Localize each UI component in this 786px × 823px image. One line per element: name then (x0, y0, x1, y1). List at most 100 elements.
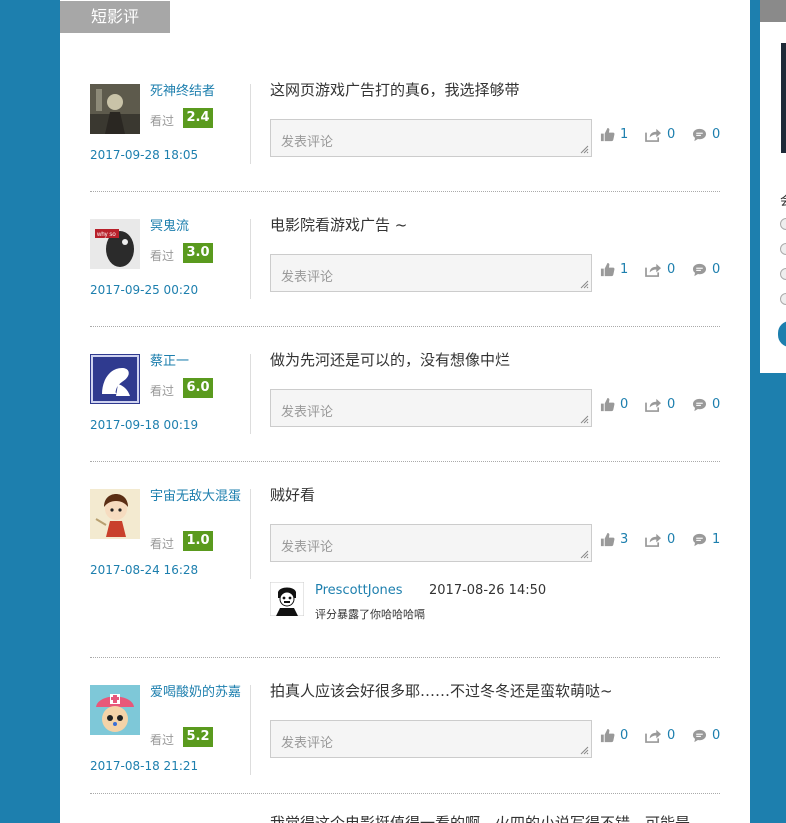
avatar[interactable] (90, 84, 140, 134)
avatar[interactable] (90, 354, 140, 404)
review-username[interactable]: 宇宙无敌大混蛋 (150, 488, 245, 506)
review-username[interactable]: 爱喝酸奶的苏嘉 (150, 684, 245, 702)
like-count: 1 (620, 262, 629, 277)
share-button[interactable]: 0 (645, 127, 675, 142)
share-icon (645, 263, 661, 277)
divider (90, 657, 720, 658)
avatar[interactable] (90, 489, 140, 539)
share-button[interactable]: 0 (645, 262, 675, 277)
review-username[interactable]: 冥鬼流 (150, 218, 245, 236)
side-poster-image[interactable] (781, 43, 786, 153)
seen-label: 看过 (150, 114, 175, 128)
review-username[interactable]: 蔡正一 (150, 353, 245, 371)
like-count: 1 (620, 127, 629, 142)
thumbs-up-icon (600, 397, 615, 412)
resize-grip-icon[interactable] (580, 746, 589, 755)
divider (250, 354, 251, 434)
share-button[interactable]: 0 (645, 728, 675, 743)
side-label: 会 (780, 190, 786, 209)
comment-count: 0 (712, 127, 721, 142)
review-text: 我觉得这个电影挺值得一看的啊，火四的小说写得不错，可能是 (270, 814, 691, 823)
review-text: 拍真人应该会好很多耶……不过冬冬还是蛮软萌哒~ (270, 682, 613, 700)
comment-input[interactable]: 发表评论 (270, 119, 592, 157)
avatar[interactable] (90, 685, 140, 735)
like-button[interactable]: 1 (600, 127, 628, 142)
like-button[interactable]: 0 (600, 397, 628, 412)
review-text: 贼好看 (270, 486, 316, 504)
seen-label: 看过 (150, 249, 175, 263)
share-button[interactable]: 0 (645, 397, 675, 412)
short-reviews-panel: 短影评 死神终结者 看过 2.4 2017-09-28 18:05 这网页游戏广… (60, 0, 750, 823)
section-title: 短影评 (60, 1, 170, 33)
reply-username[interactable]: PrescottJones (315, 583, 403, 598)
seen-label: 看过 (150, 537, 175, 551)
like-button[interactable]: 1 (600, 262, 628, 277)
comment-count-button[interactable]: 1 (692, 532, 720, 547)
review-username[interactable]: 死神终结者 (150, 83, 245, 101)
side-radio-4[interactable] (780, 293, 786, 305)
avatar[interactable]: why so (90, 219, 140, 269)
share-count: 0 (667, 127, 676, 142)
svg-text:why so: why so (96, 232, 116, 238)
comment-placeholder: 发表评论 (281, 405, 334, 420)
share-button[interactable]: 0 (645, 532, 675, 547)
divider (90, 461, 720, 462)
review-date: 2017-09-28 18:05 (90, 148, 199, 162)
comment-placeholder: 发表评论 (281, 540, 334, 555)
comment-input[interactable]: 发表评论 (270, 389, 592, 427)
side-radio-2[interactable] (780, 243, 786, 255)
side-panel-header (760, 0, 786, 22)
speech-bubble-icon (692, 533, 707, 546)
score-badge: 2.4 (183, 108, 213, 128)
resize-grip-icon[interactable] (580, 550, 589, 559)
resize-grip-icon[interactable] (580, 415, 589, 424)
like-count: 3 (620, 532, 629, 547)
speech-bubble-icon (692, 263, 707, 276)
share-icon (645, 128, 661, 142)
reply-avatar[interactable] (269, 581, 305, 617)
comment-input[interactable]: 发表评论 (270, 524, 592, 562)
side-radio-3[interactable] (780, 268, 786, 280)
share-count: 0 (667, 262, 676, 277)
share-icon (645, 398, 661, 412)
share-count: 0 (667, 728, 676, 743)
review-text: 做为先河还是可以的，没有想像中烂 (270, 351, 511, 369)
score-badge: 1.0 (183, 531, 213, 551)
thumbs-up-icon (600, 532, 615, 547)
score-badge: 6.0 (183, 378, 213, 398)
comment-count-button[interactable]: 0 (692, 262, 720, 277)
reply-date: 2017-08-26 14:50 (429, 583, 547, 598)
like-button[interactable]: 3 (600, 532, 628, 547)
comment-count: 0 (712, 728, 721, 743)
comment-count-button[interactable]: 0 (692, 127, 720, 142)
comment-placeholder: 发表评论 (281, 736, 334, 751)
seen-label: 看过 (150, 733, 175, 747)
divider (250, 685, 251, 775)
divider (250, 489, 251, 579)
speech-bubble-icon (692, 729, 707, 742)
comment-count: 0 (712, 262, 721, 277)
comment-input[interactable]: 发表评论 (270, 720, 592, 758)
comment-count-button[interactable]: 0 (692, 728, 720, 743)
speech-bubble-icon (692, 128, 707, 141)
speech-bubble-icon (692, 398, 707, 411)
comment-placeholder: 发表评论 (281, 135, 334, 150)
reply-text: 评分暴露了你哈哈哈嗝 (315, 608, 425, 621)
share-icon (645, 729, 661, 743)
share-icon (645, 533, 661, 547)
comment-count-button[interactable]: 0 (692, 397, 720, 412)
score-badge: 3.0 (183, 243, 213, 263)
review-date: 2017-09-18 00:19 (90, 418, 199, 432)
divider (90, 326, 720, 327)
resize-grip-icon[interactable] (580, 145, 589, 154)
comment-count: 1 (712, 532, 721, 547)
comment-count: 0 (712, 397, 721, 412)
thumbs-up-icon (600, 728, 615, 743)
like-count: 0 (620, 397, 629, 412)
comment-placeholder: 发表评论 (281, 270, 334, 285)
resize-grip-icon[interactable] (580, 280, 589, 289)
comment-input[interactable]: 发表评论 (270, 254, 592, 292)
like-button[interactable]: 0 (600, 728, 628, 743)
thumbs-up-icon (600, 262, 615, 277)
side-radio-1[interactable] (780, 218, 786, 230)
